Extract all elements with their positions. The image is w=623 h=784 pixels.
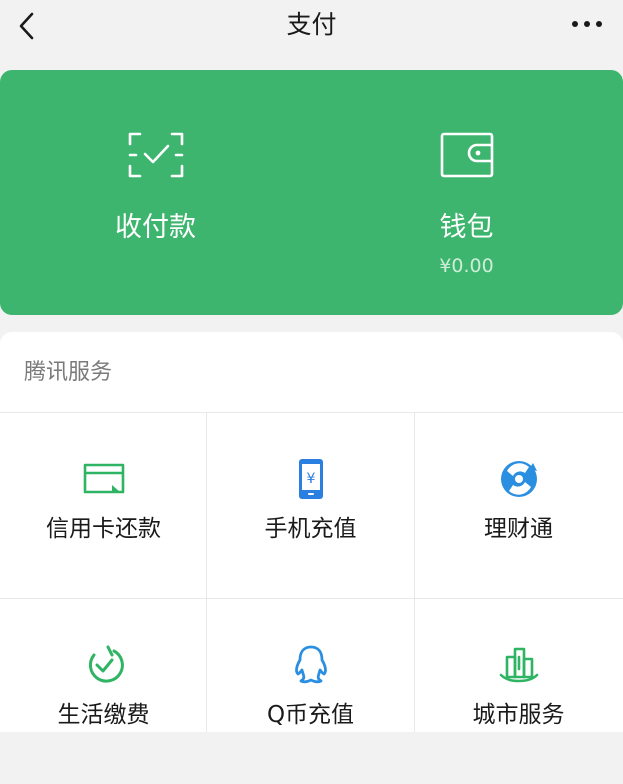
service-label: 生活缴费: [57, 702, 150, 728]
service-label: 手机充值: [264, 516, 357, 542]
payment-card: 收付款 钱包 ¥0.00: [0, 70, 623, 315]
service-city[interactable]: 城市服务: [415, 599, 622, 784]
wallet-icon: [440, 132, 493, 178]
page-title: 支付: [286, 10, 337, 39]
mobile-yen-icon: ¥: [298, 459, 323, 499]
service-credit-card-repay[interactable]: 信用卡还款: [0, 413, 207, 598]
city-buildings-icon: [499, 647, 538, 683]
credit-card-icon: [83, 463, 124, 494]
receive-pay-label: 收付款: [115, 212, 196, 243]
service-label: 理财通: [484, 516, 553, 542]
tencent-services-panel: 腾讯服务 信用卡还款 ¥ 手机充值 理财通 生活缴费 Q币充值 城市服务: [0, 332, 623, 732]
wallet-label: 钱包: [439, 212, 494, 243]
service-utility-payment[interactable]: 生活缴费: [0, 599, 207, 784]
service-label: 城市服务: [472, 702, 565, 728]
wallet-button[interactable]: 钱包 ¥0.00: [311, 70, 622, 315]
service-wealth[interactable]: 理财通: [415, 413, 622, 598]
wealth-icon: [500, 461, 537, 497]
qq-penguin-icon: [294, 645, 327, 684]
scan-check-icon: [128, 132, 183, 178]
service-label: 信用卡还款: [46, 516, 161, 542]
service-label: Q币充值: [266, 702, 355, 728]
receive-pay-button[interactable]: 收付款: [0, 70, 311, 315]
utility-check-icon: [88, 645, 124, 683]
nav-bar: 支付: [0, 0, 623, 56]
more-dots-icon[interactable]: [571, 18, 603, 30]
section-title: 腾讯服务: [24, 360, 113, 385]
svg-text:¥: ¥: [306, 471, 315, 487]
service-qcoin-topup[interactable]: Q币充值: [207, 599, 414, 784]
wallet-balance: ¥0.00: [439, 255, 494, 277]
service-mobile-topup[interactable]: ¥ 手机充值: [207, 413, 414, 598]
